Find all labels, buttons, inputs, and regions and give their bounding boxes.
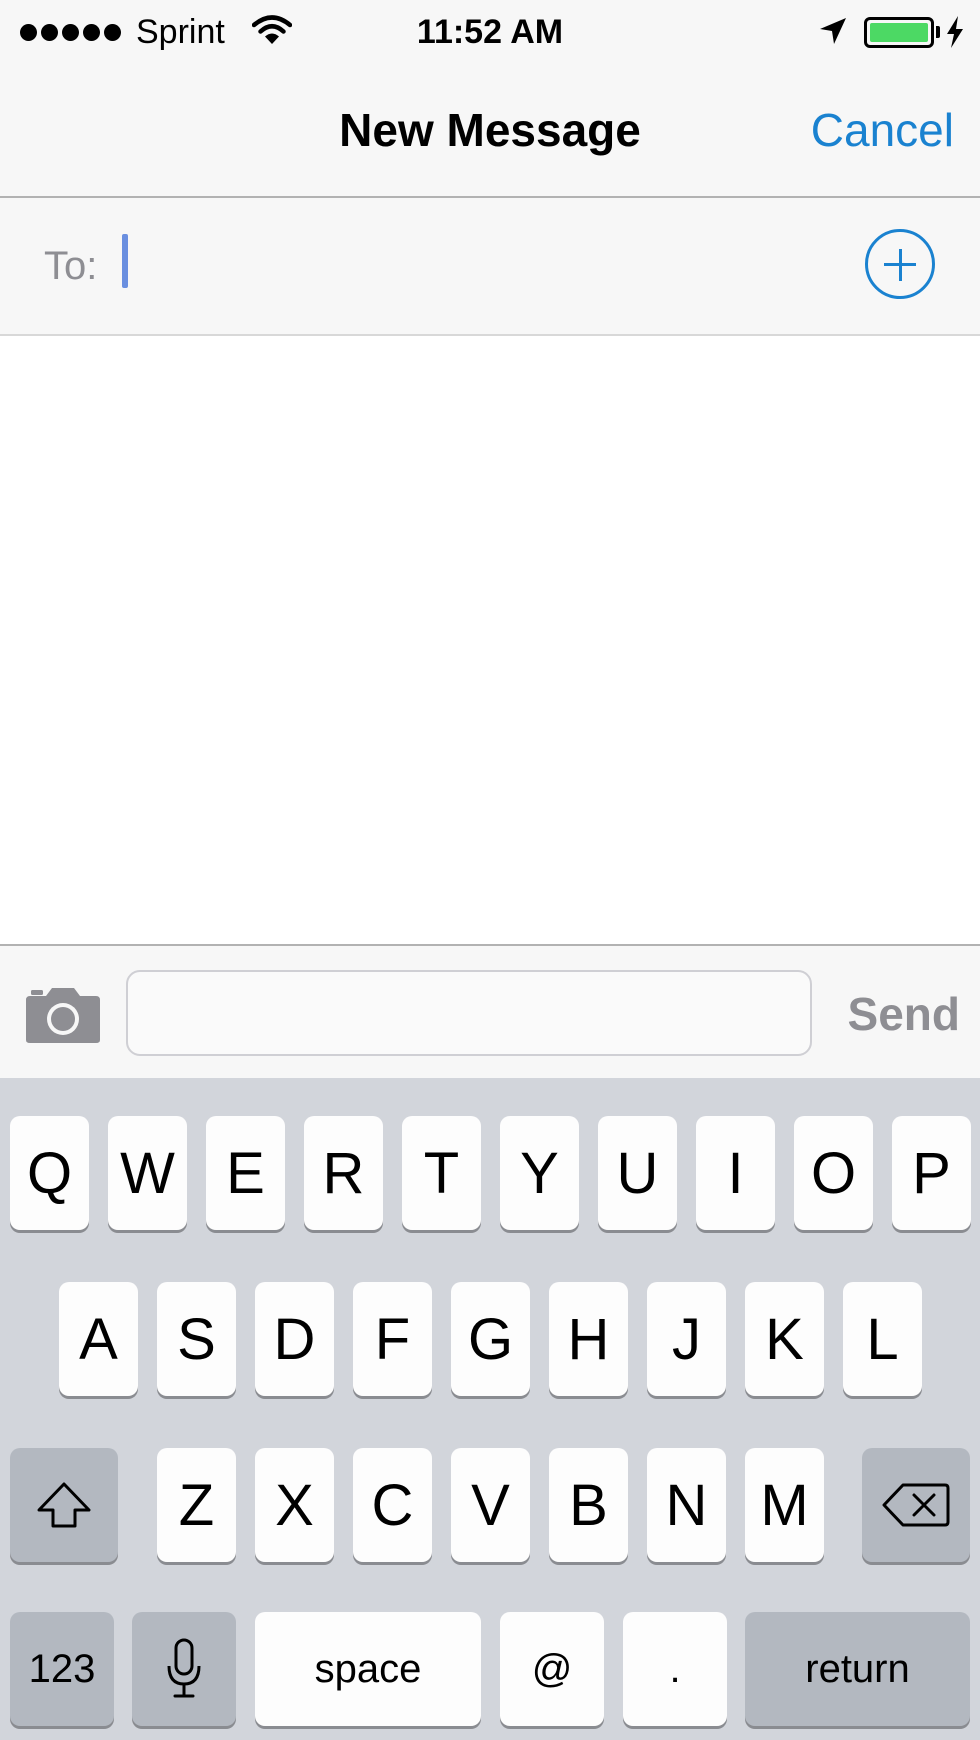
navigation-bar: New Message Cancel [0,66,980,198]
key-n[interactable]: N [647,1448,726,1562]
shift-arrow-icon [37,1482,91,1528]
key-b[interactable]: B [549,1448,628,1562]
key-j[interactable]: J [647,1282,726,1396]
key-z[interactable]: Z [157,1448,236,1562]
location-arrow-icon [820,18,846,44]
numbers-key[interactable]: 123 [10,1612,114,1726]
key-y[interactable]: Y [500,1116,579,1230]
text-cursor [122,234,128,288]
charging-bolt-icon [947,16,963,48]
key-l[interactable]: L [843,1282,922,1396]
return-key[interactable]: return [745,1612,970,1726]
compose-bar: Send [0,944,980,1078]
at-key[interactable]: @ [500,1612,604,1726]
key-t[interactable]: T [402,1116,481,1230]
key-r[interactable]: R [304,1116,383,1230]
plus-circle-icon-vertical [898,249,902,281]
key-u[interactable]: U [598,1116,677,1230]
key-p[interactable]: P [892,1116,971,1230]
send-button[interactable]: Send [848,986,960,1042]
keyboard: Q W E R T Y U I O P A S D F G H J K L Z … [0,1078,980,1740]
cancel-button[interactable]: Cancel [811,102,954,158]
status-bar: Sprint 11:52 AM [0,0,980,66]
key-e[interactable]: E [206,1116,285,1230]
backspace-icon [882,1483,950,1527]
microphone-icon [167,1638,201,1698]
key-v[interactable]: V [451,1448,530,1562]
period-key[interactable]: . [623,1612,727,1726]
recipient-input[interactable] [118,234,838,298]
recipient-row: To: [0,198,980,336]
key-f[interactable]: F [353,1282,432,1396]
key-q[interactable]: Q [10,1116,89,1230]
conversation-area[interactable] [0,336,980,944]
key-i[interactable]: I [696,1116,775,1230]
key-k[interactable]: K [745,1282,824,1396]
dictation-key[interactable] [132,1612,236,1726]
shift-key[interactable] [10,1448,118,1562]
battery-tip [936,26,940,38]
add-contact-button[interactable] [865,229,935,299]
key-a[interactable]: A [59,1282,138,1396]
battery-icon [864,17,934,48]
to-label: To: [44,244,98,288]
key-m[interactable]: M [745,1448,824,1562]
delete-key[interactable] [862,1448,970,1562]
key-g[interactable]: G [451,1282,530,1396]
message-input[interactable] [126,970,812,1056]
key-h[interactable]: H [549,1282,628,1396]
camera-icon[interactable] [24,986,102,1044]
key-c[interactable]: C [353,1448,432,1562]
key-w[interactable]: W [108,1116,187,1230]
key-o[interactable]: O [794,1116,873,1230]
key-x[interactable]: X [255,1448,334,1562]
battery-level-fill [870,23,928,42]
space-key[interactable]: space [255,1612,481,1726]
key-d[interactable]: D [255,1282,334,1396]
key-s[interactable]: S [157,1282,236,1396]
